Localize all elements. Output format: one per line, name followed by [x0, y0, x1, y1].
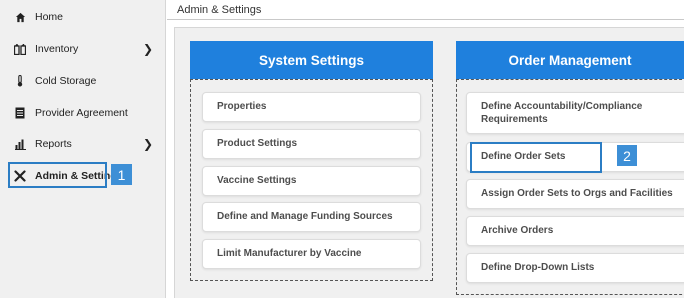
vaccine-settings-link[interactable]: Vaccine Settings [202, 166, 421, 196]
sidebar-item-label: Cold Storage [35, 75, 97, 87]
callout-box-2 [470, 142, 602, 173]
callout-number-2: 2 [617, 145, 637, 166]
callout-number-1: 1 [111, 164, 132, 185]
sidebar-item-reports[interactable]: Reports ❯ [0, 129, 166, 159]
sidebar-item-label: Home [35, 11, 64, 23]
sidebar-item-label: Reports [35, 138, 72, 150]
define-dropdown-lists-link[interactable]: Define Drop-Down Lists [466, 253, 684, 283]
divider [167, 19, 684, 20]
funding-sources-link[interactable]: Define and Manage Funding Sources [202, 202, 421, 232]
sidebar-item-label: Provider Agreement [35, 107, 128, 119]
sidebar-item-inventory[interactable]: Inventory ❯ [0, 34, 166, 64]
sidebar-item-cold-storage[interactable]: Cold Storage [0, 66, 166, 96]
system-settings-header: System Settings [190, 41, 433, 79]
archive-orders-link[interactable]: Archive Orders [466, 216, 684, 246]
inventory-icon [14, 43, 26, 55]
define-accountability-link[interactable]: Define Accountability/Compliance Require… [466, 92, 684, 134]
document-icon [14, 107, 26, 119]
sidebar: Home Inventory ❯ Cold Storage Provider A… [0, 0, 166, 298]
chevron-right-icon: ❯ [143, 42, 154, 56]
sidebar-item-provider-agreement[interactable]: Provider Agreement [0, 98, 166, 128]
home-icon [14, 11, 26, 23]
product-settings-link[interactable]: Product Settings [202, 129, 421, 159]
chevron-right-icon: ❯ [143, 137, 154, 151]
assign-order-sets-link[interactable]: Assign Order Sets to Orgs and Facilities [466, 179, 684, 209]
bar-chart-icon [14, 138, 26, 150]
sidebar-item-label: Inventory [35, 43, 79, 55]
limit-manufacturer-link[interactable]: Limit Manufacturer by Vaccine [202, 239, 421, 269]
thermometer-icon [14, 75, 26, 87]
sidebar-item-home[interactable]: Home [0, 2, 166, 32]
properties-link[interactable]: Properties [202, 92, 421, 122]
page-title: Admin & Settings [177, 4, 262, 16]
callout-box-1 [8, 162, 107, 188]
order-management-header: Order Management [456, 41, 684, 79]
